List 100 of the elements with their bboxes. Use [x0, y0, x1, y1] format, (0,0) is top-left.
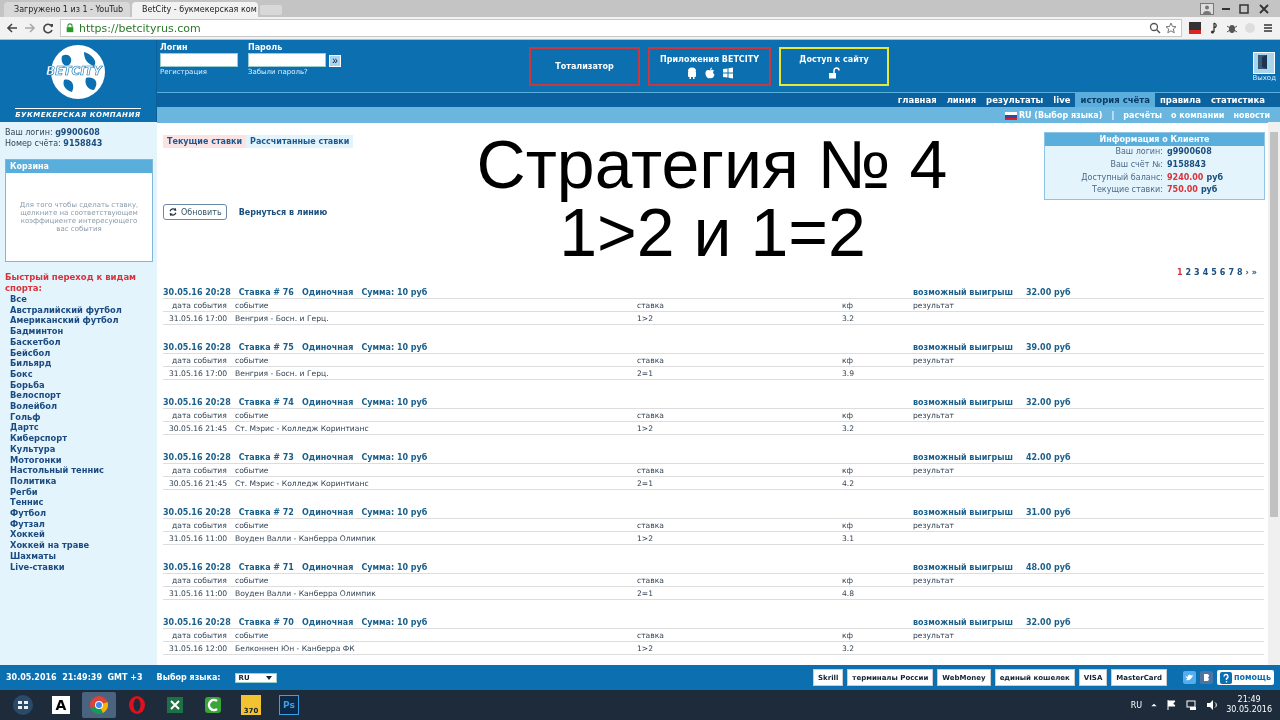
refresh-button[interactable]: Обновить: [163, 204, 227, 220]
promo-button[interactable]: Приложения BETCITY: [648, 47, 771, 86]
nav-link[interactable]: правила: [1155, 93, 1206, 107]
forward-icon: [24, 22, 36, 34]
clock-time[interactable]: 21:49: [1237, 695, 1261, 705]
page-link[interactable]: 7: [1228, 268, 1234, 280]
bet-datetime: 30.05.16 20:28: [163, 617, 231, 627]
password-field[interactable]: [248, 53, 326, 67]
possible-win-label: возможный выигрыш: [913, 562, 1013, 572]
possible-win-amount: 39.00 руб: [1025, 342, 1071, 352]
minimize-icon: [1222, 7, 1230, 10]
sport-link[interactable]: Бильярд: [10, 358, 52, 369]
sport-link[interactable]: Гольф: [10, 411, 41, 422]
account-login-text: Ваш логин: g9900608: [5, 127, 101, 138]
possible-win-label: возможный выигрыш: [913, 452, 1013, 462]
sport-link[interactable]: Австралийский футбол: [10, 304, 122, 315]
page-link[interactable]: 4: [1202, 268, 1209, 280]
bets-tab[interactable]: Текущие ставки: [163, 135, 247, 148]
login-label: Логин: [160, 43, 189, 52]
sport-link[interactable]: Культура: [10, 443, 56, 454]
page-link[interactable]: »: [1251, 268, 1257, 280]
sport-link[interactable]: Футзал: [10, 518, 45, 529]
address-bar[interactable]: https://betcityrus.com: [60, 19, 1182, 37]
bets-tab[interactable]: Рассчитанные ставки: [246, 135, 354, 148]
account-number-text: Номер счёта: 9158843: [5, 138, 104, 149]
sport-link[interactable]: Бейсбол: [10, 347, 51, 358]
reload-icon: [42, 22, 54, 34]
language-label: Выбор языка:: [156, 673, 221, 682]
star-icon: [1165, 22, 1177, 34]
bug-icon: [1226, 22, 1238, 34]
sport-link[interactable]: Киберспорт: [10, 433, 68, 444]
sport-link[interactable]: Бокс: [10, 368, 33, 379]
bet-sum: Сумма: 10 руб: [361, 562, 428, 572]
scrollbar-thumb[interactable]: [1270, 132, 1278, 517]
page-link[interactable]: 1: [1176, 268, 1183, 280]
page-link[interactable]: ›: [1245, 268, 1249, 280]
bet-sum: Сумма: 10 руб: [361, 617, 428, 627]
photoshop-icon[interactable]: Ps: [279, 695, 299, 715]
sport-link[interactable]: Баскетбол: [10, 336, 61, 347]
currency-text: руб: [1200, 184, 1218, 197]
sport-link[interactable]: Регби: [10, 486, 38, 497]
possible-win-amount: 32.00 руб: [1025, 287, 1071, 297]
password-label: Пароль: [248, 43, 284, 52]
bet-sum: Сумма: 10 руб: [361, 397, 428, 407]
page-link[interactable]: 5: [1211, 268, 1217, 280]
promo-button[interactable]: Доступ к сайту: [779, 47, 889, 86]
bet-sum: Сумма: 10 руб: [361, 507, 428, 517]
sport-link[interactable]: Шахматы: [10, 550, 56, 561]
sport-link[interactable]: Хоккей: [10, 529, 45, 540]
bet-datetime: 30.05.16 20:28: [163, 452, 231, 462]
flag-icon: [1166, 699, 1179, 711]
windows-icon: [721, 66, 734, 79]
possible-win-label: возможный выигрыш: [913, 397, 1013, 407]
page-link[interactable]: 8: [1236, 268, 1243, 280]
bet-type: Одиночная: [301, 507, 354, 517]
sport-link[interactable]: Бадминтон: [10, 326, 64, 337]
nav-link[interactable]: линия: [941, 93, 982, 107]
nav-link[interactable]: история счёта: [1075, 93, 1155, 107]
promo-button[interactable]: Тотализатор: [529, 47, 640, 86]
info-value: 9240.00: [1167, 171, 1204, 184]
sport-link[interactable]: Теннис: [10, 497, 44, 508]
client-info-title: Информация о Клиенте: [1045, 133, 1264, 146]
page-link[interactable]: 2: [1185, 268, 1192, 280]
page-link[interactable]: 6: [1219, 268, 1226, 280]
sport-link[interactable]: Мотогонки: [10, 454, 62, 465]
clock-date[interactable]: 30.05.2016: [1226, 705, 1272, 715]
sport-link[interactable]: Борьба: [10, 379, 45, 390]
sport-link[interactable]: Live-ставки: [10, 561, 65, 572]
login-field[interactable]: [160, 53, 238, 67]
sport-link[interactable]: Велоспорт: [10, 390, 61, 401]
sport-link[interactable]: Дартс: [10, 422, 39, 433]
sport-link[interactable]: Политика: [10, 475, 57, 486]
nav-link[interactable]: статистика: [1206, 93, 1270, 107]
app-icon[interactable]: A: [52, 696, 70, 714]
sports-heading: Быстрый переход к видам спорта:: [5, 272, 138, 294]
taskbar-item[interactable]: Ps: [272, 692, 306, 718]
nav-link[interactable]: live: [1048, 93, 1076, 107]
possible-win-amount: 48.00 руб: [1025, 562, 1071, 572]
nav-link[interactable]: главная: [892, 93, 942, 107]
sport-link[interactable]: Все: [10, 294, 27, 304]
sport-link[interactable]: Настольный теннис: [10, 465, 104, 476]
back-to-line-link[interactable]: Вернуться в линию: [238, 207, 328, 217]
browser-tab[interactable]: BetCity - букмекерская ком: [132, 2, 258, 17]
browser-tab[interactable]: Загружено 1 из 1 - YouTub: [4, 2, 130, 17]
bet-sum: Сумма: 10 руб: [361, 342, 428, 352]
sport-link[interactable]: Американский футбол: [10, 315, 119, 326]
sport-link[interactable]: Хоккей на траве: [10, 540, 90, 551]
taskbar-item[interactable]: A: [44, 692, 78, 718]
possible-win-label: возможный выигрыш: [913, 342, 1013, 352]
question-icon: [1220, 671, 1233, 684]
login-submit-button[interactable]: »: [329, 55, 341, 67]
nav-link[interactable]: результаты: [981, 93, 1049, 107]
help-button[interactable]: помощь: [1217, 670, 1274, 685]
sport-link[interactable]: Волейбол: [10, 401, 58, 412]
caret-icon: [264, 673, 273, 682]
exit-door-icon[interactable]: [1253, 52, 1276, 74]
keyboard-language[interactable]: RU: [1130, 700, 1143, 710]
sport-link[interactable]: Футбол: [10, 508, 46, 519]
start-icon: [12, 694, 34, 716]
page-link[interactable]: 3: [1194, 268, 1200, 280]
